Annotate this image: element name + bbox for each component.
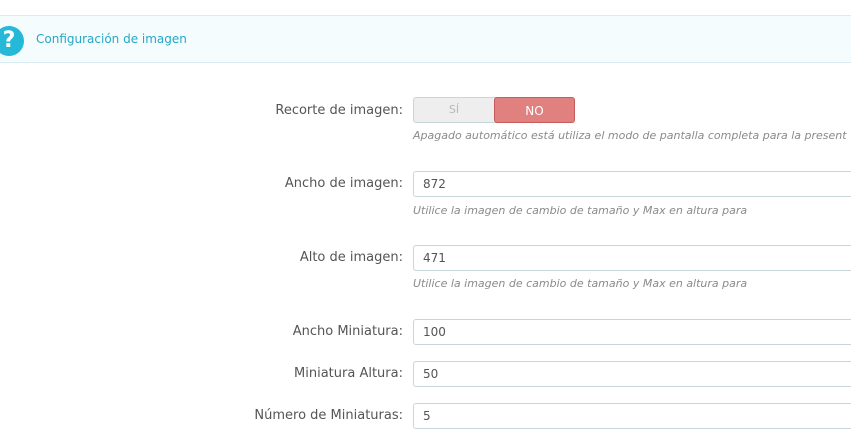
thumb-count-input[interactable]: 5 <box>413 403 851 429</box>
image-crop-no-option[interactable]: NO <box>494 97 575 123</box>
thumb-count-label: Número de Miniaturas: <box>254 408 403 423</box>
panel-heading: ? Configuración de imagen <box>0 15 851 63</box>
image-height-label: Alto de imagen: <box>299 250 403 265</box>
image-width-help: Utilice la imagen de cambio de tamaño y … <box>413 204 748 217</box>
thumb-height-input[interactable]: 50 <box>413 361 851 387</box>
image-width-input[interactable]: 872 <box>413 171 851 197</box>
image-crop-help: Apagado automático está utiliza el modo … <box>413 129 847 142</box>
thumb-width-label: Ancho Miniatura: <box>292 324 403 339</box>
image-height-help: Utilice la imagen de cambio de tamaño y … <box>413 277 748 290</box>
panel-title: Configuración de imagen <box>36 32 187 46</box>
image-crop-label: Recorte de imagen: <box>275 103 403 118</box>
image-crop-switch[interactable]: SÍ NO <box>413 97 575 123</box>
image-width-label: Ancho de imagen: <box>284 176 403 191</box>
thumb-height-label: Miniatura Altura: <box>294 366 403 381</box>
image-height-input[interactable]: 471 <box>413 245 851 271</box>
thumb-width-input[interactable]: 100 <box>413 319 851 345</box>
help-icon[interactable]: ? <box>0 26 24 56</box>
image-crop-yes-option[interactable]: SÍ <box>414 98 494 122</box>
